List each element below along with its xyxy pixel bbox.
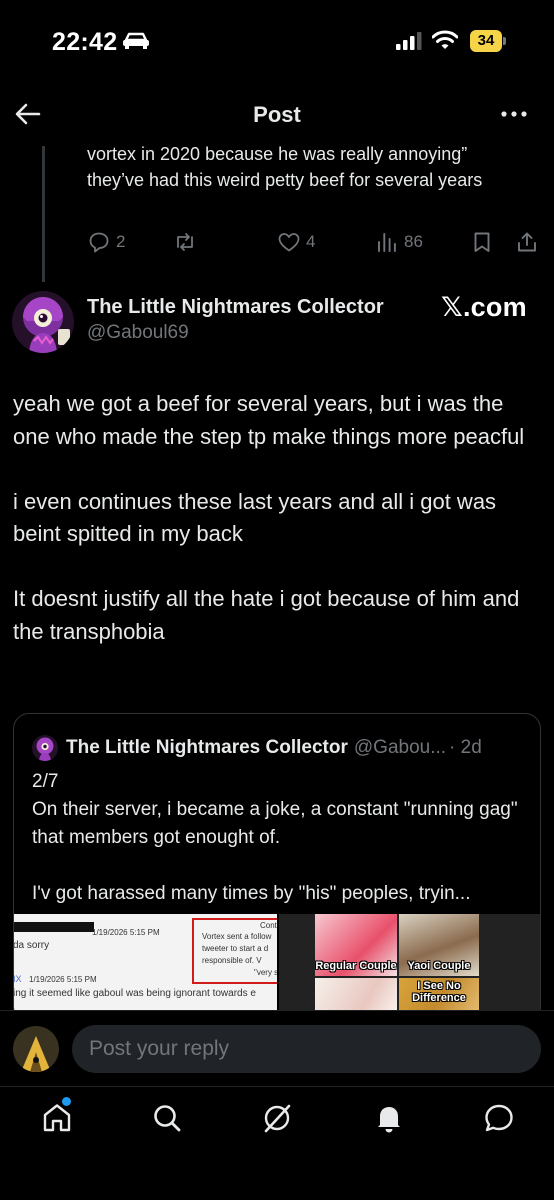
share-action[interactable] — [515, 228, 539, 256]
wifi-icon — [432, 30, 458, 49]
quoted-paragraph: 2/7 On their server, i became a joke, a … — [32, 771, 518, 848]
quoted-author-avatar — [32, 735, 58, 761]
screenshot-message: ing it seemed like gaboul was being igno… — [14, 988, 256, 999]
avatar-image — [12, 291, 74, 353]
nav-messages[interactable] — [482, 1101, 516, 1135]
parent-tweet-text: vortex in 2020 because he was really ann… — [87, 144, 483, 190]
bell-icon — [378, 1107, 400, 1133]
meme-image[interactable]: Regular Couple Yaoi Couple I See No Diff… — [279, 914, 540, 1022]
battery-cap — [503, 37, 506, 45]
like-count: 4 — [306, 232, 316, 251]
bookmark-icon — [474, 232, 490, 252]
post-header: Post — [0, 92, 554, 136]
author-handle[interactable]: @Gaboul69 — [87, 322, 189, 344]
battery-indicator: 34 — [470, 30, 506, 52]
views-count: 86 — [404, 232, 423, 251]
screenshot-timestamp: 1/19/2026 5:15 PM — [29, 975, 97, 984]
tweet-paragraph: yeah we got a beef for several years, bu… — [13, 391, 525, 449]
chat-bubble-icon — [485, 1104, 513, 1132]
reply-count: 2 — [116, 232, 126, 251]
notification-dot — [62, 1097, 71, 1106]
search-icon — [154, 1105, 181, 1132]
repost-icon — [177, 233, 193, 251]
battery-level: 34 — [470, 30, 502, 52]
cellular-signal-icon — [396, 32, 422, 50]
home-icon — [43, 1104, 71, 1132]
reply-composer — [0, 1010, 554, 1086]
status-time: 22:42 — [52, 28, 118, 56]
repost-action[interactable] — [173, 228, 197, 256]
nav-grok[interactable] — [260, 1101, 294, 1135]
status-bar: 22:42 34 — [0, 0, 554, 84]
nav-home[interactable] — [40, 1097, 74, 1135]
quoted-post-time: · 2d — [449, 737, 482, 758]
screenshot-timestamp: 1/19/2026 5:15 PM — [92, 928, 160, 937]
bookmark-action[interactable] — [470, 228, 494, 256]
quoted-post-media[interactable]: 1/19/2026 5:15 PM da sorry IX 1/19/2026 … — [14, 914, 540, 1022]
x-com-watermark: 𝕏.com — [441, 292, 527, 322]
quoted-author-name: The Little Nightmares Collector — [66, 737, 348, 758]
parent-tweet-actions: 2 4 86 — [87, 228, 542, 256]
meme-panel: Yaoi Couple — [399, 914, 479, 976]
user-avatar[interactable] — [13, 1026, 59, 1072]
thread-connector-line — [42, 146, 45, 282]
like-action[interactable]: 4 — [277, 228, 315, 256]
tweet-paragraph: It doesnt justify all the hate i got bec… — [13, 586, 520, 644]
box-text: responsible of. V — [202, 956, 262, 965]
reply-input[interactable] — [72, 1025, 541, 1073]
author-avatar[interactable] — [12, 291, 74, 353]
grok-icon — [264, 1104, 291, 1133]
meme-caption: I See No Difference — [412, 980, 466, 1004]
car-icon — [123, 32, 149, 49]
reply-action[interactable]: 2 — [87, 228, 125, 256]
tweet-paragraph: i even continues these last years and al… — [13, 488, 497, 547]
box-text: Cont — [260, 921, 277, 930]
views-action[interactable]: 86 — [375, 228, 423, 256]
page-title: Post — [253, 102, 301, 127]
more-options-icon[interactable] — [498, 102, 530, 126]
bottom-navigation — [0, 1086, 554, 1200]
screenshot-username: IX — [14, 974, 22, 984]
nav-search[interactable] — [150, 1101, 184, 1135]
screenshot-message: da sorry — [14, 940, 50, 951]
meme-panel: Regular Couple — [315, 914, 397, 976]
meme-caption: Regular Couple — [315, 960, 397, 972]
author-name[interactable]: The Little Nightmares Collector — [87, 296, 384, 319]
tweet-body: yeah we got a beef for several years, bu… — [13, 388, 543, 648]
discord-screenshot-image[interactable]: 1/19/2026 5:15 PM da sorry IX 1/19/2026 … — [14, 914, 277, 1022]
quoted-post-header: The Little Nightmares Collector @Gabou..… — [32, 734, 532, 762]
share-icon — [518, 232, 536, 252]
redacted-bar — [14, 922, 94, 932]
box-text: "very sat — [254, 968, 277, 977]
quoted-paragraph: I'v got harassed many times by "his" peo… — [32, 883, 471, 904]
views-chart-icon — [378, 233, 396, 252]
meme-caption: Yaoi Couple — [407, 960, 471, 972]
quoted-author-handle: @Gabou... — [353, 737, 447, 758]
quoted-post-card[interactable]: The Little Nightmares Collector @Gabou..… — [13, 713, 541, 1023]
highlight-box: Cont Vortex sent a follow tweeter to sta… — [192, 918, 277, 984]
box-text: tweeter to start a d — [202, 944, 269, 953]
reply-icon — [89, 232, 109, 253]
box-text: Vortex sent a follow — [202, 932, 272, 941]
nav-notifications[interactable] — [372, 1101, 406, 1135]
quoted-post-text: 2/7 On their server, i became a joke, a … — [32, 768, 532, 908]
heart-icon — [278, 233, 300, 252]
